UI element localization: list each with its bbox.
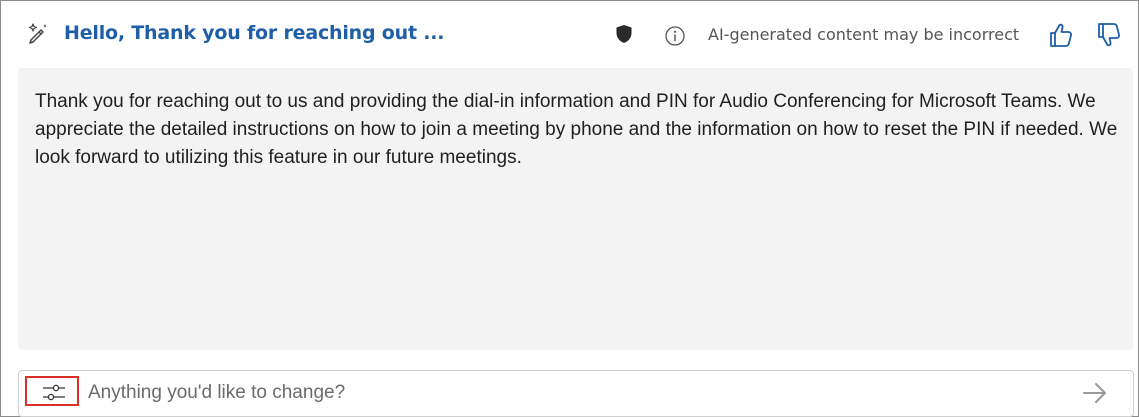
response-body-text: Thank you for reaching out to us and pro… bbox=[35, 91, 1118, 168]
thumbs-up-icon[interactable] bbox=[1047, 21, 1075, 49]
pen-sparkle-icon bbox=[26, 21, 50, 45]
sliders-icon bbox=[43, 384, 65, 401]
thumbs-down-icon[interactable] bbox=[1095, 21, 1123, 49]
card-header: Hello, Thank you for reaching out ... AI… bbox=[1, 1, 1138, 67]
draft-response-card: Hello, Thank you for reaching out ... AI… bbox=[0, 0, 1139, 417]
info-icon[interactable] bbox=[664, 25, 686, 47]
send-arrow-icon[interactable] bbox=[1080, 379, 1110, 407]
adjust-options-button[interactable] bbox=[25, 376, 79, 406]
shield-icon bbox=[614, 24, 634, 44]
refine-input[interactable] bbox=[88, 379, 1048, 407]
refine-input-bar bbox=[18, 370, 1134, 417]
response-body-panel: Thank you for reaching out to us and pro… bbox=[18, 68, 1133, 350]
ai-disclaimer-text: AI-generated content may be incorrect bbox=[708, 25, 1020, 44]
response-title: Hello, Thank you for reaching out ... bbox=[64, 22, 445, 44]
